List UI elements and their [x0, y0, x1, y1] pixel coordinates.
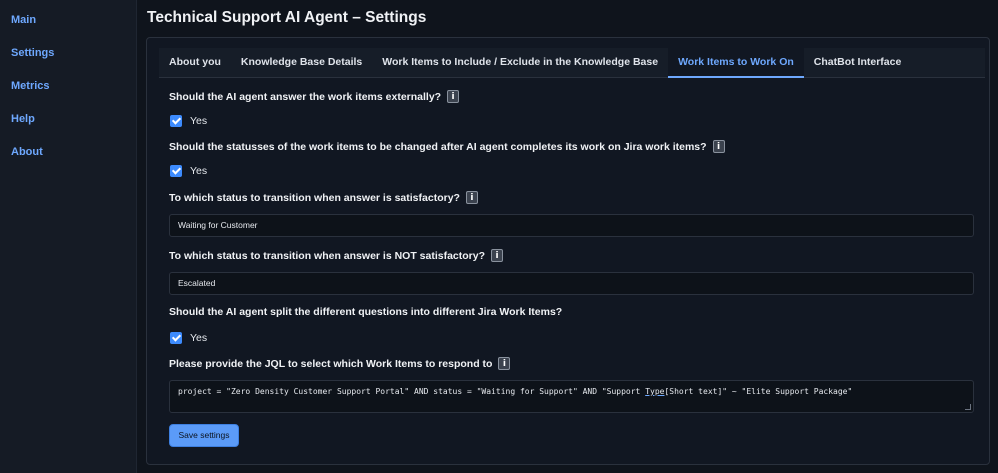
- checkbox-label: Yes: [190, 115, 208, 127]
- save-settings-button[interactable]: Save settings: [169, 424, 239, 447]
- resize-handle-icon[interactable]: [965, 404, 971, 410]
- jql-textarea[interactable]: project = "Zero Density Customer Support…: [169, 380, 974, 413]
- question-not-satisfactory-status: To which status to transition when answe…: [169, 249, 504, 262]
- question-satisfactory-status: To which status to transition when answe…: [169, 191, 478, 204]
- tab-knowledge-base-details[interactable]: Knowledge Base Details: [231, 48, 372, 78]
- satisfactory-status-input[interactable]: Waiting for Customer: [169, 214, 974, 237]
- jql-text-end: [Short text]" ~ "Elite Support Package": [664, 387, 853, 396]
- sidebar-item-main[interactable]: Main: [0, 4, 136, 37]
- split-questions-checkbox-row: Yes: [170, 332, 207, 344]
- tab-work-items-to-work-on[interactable]: Work Items to Work On: [668, 48, 804, 78]
- info-icon[interactable]: i: [447, 90, 460, 103]
- change-status-checkbox[interactable]: [170, 165, 182, 177]
- info-icon[interactable]: i: [498, 357, 511, 370]
- question-label: Should the AI agent split the different …: [169, 306, 563, 318]
- main-content: Technical Support AI Agent – Settings Ab…: [137, 0, 998, 473]
- change-status-checkbox-row: Yes: [170, 165, 207, 177]
- sidebar-item-about[interactable]: About: [0, 136, 136, 169]
- jql-text-spellcheck: Type: [645, 387, 665, 396]
- checkbox-label: Yes: [190, 165, 208, 177]
- question-split-questions: Should the AI agent split the different …: [169, 306, 562, 318]
- question-label: Should the statusses of the work items t…: [169, 140, 707, 153]
- sidebar-nav: Main Settings Metrics Help About: [0, 0, 136, 169]
- jql-text-start: project = "Zero Density Customer Support…: [178, 387, 646, 396]
- question-label: To which status to transition when answe…: [169, 191, 460, 204]
- split-questions-checkbox[interactable]: [170, 332, 182, 344]
- info-icon[interactable]: i: [465, 191, 478, 204]
- tab-bar: About you Knowledge Base Details Work It…: [159, 48, 985, 78]
- sidebar-item-metrics[interactable]: Metrics: [0, 70, 136, 103]
- tab-about-you[interactable]: About you: [159, 48, 231, 78]
- question-label: Please provide the JQL to select which W…: [169, 357, 493, 370]
- question-answer-externally: Should the AI agent answer the work item…: [169, 90, 460, 103]
- settings-card: About you Knowledge Base Details Work It…: [146, 37, 990, 465]
- info-icon[interactable]: i: [712, 140, 725, 153]
- question-jql: Please provide the JQL to select which W…: [169, 357, 511, 370]
- sidebar: Main Settings Metrics Help About: [0, 0, 137, 473]
- question-label: To which status to transition when answe…: [169, 249, 486, 262]
- question-change-status: Should the statusses of the work items t…: [169, 140, 725, 153]
- tab-work-items-include-exclude[interactable]: Work Items to Include / Exclude in the K…: [372, 48, 668, 78]
- not-satisfactory-status-input[interactable]: Escalated: [169, 272, 974, 295]
- info-icon[interactable]: i: [491, 249, 504, 262]
- question-label: Should the AI agent answer the work item…: [169, 90, 442, 103]
- page-title: Technical Support AI Agent – Settings: [147, 9, 427, 26]
- sidebar-item-settings[interactable]: Settings: [0, 37, 136, 70]
- checkbox-label: Yes: [190, 332, 208, 344]
- answer-externally-checkbox[interactable]: [170, 115, 182, 127]
- answer-externally-checkbox-row: Yes: [170, 115, 207, 127]
- sidebar-item-help[interactable]: Help: [0, 103, 136, 136]
- tab-chatbot-interface[interactable]: ChatBot Interface: [804, 48, 912, 78]
